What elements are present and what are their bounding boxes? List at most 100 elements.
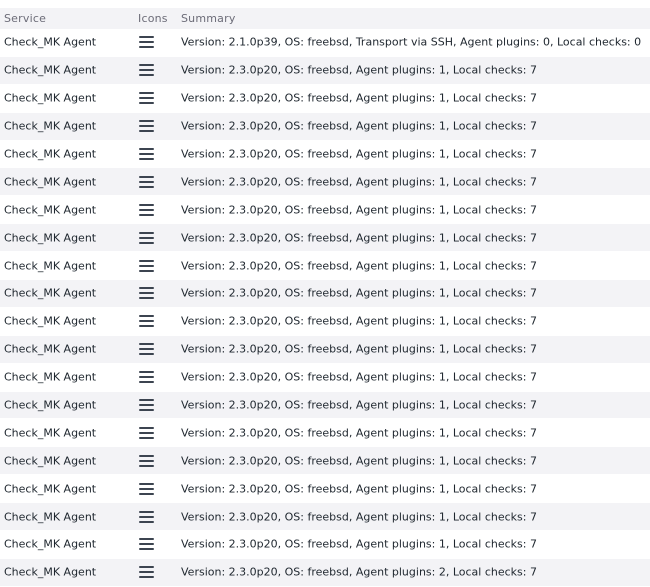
service-summary: Version: 2.3.0p20, OS: freebsd, Agent pl… — [181, 231, 537, 245]
menu-icon-bar — [139, 381, 154, 384]
menu-icon-bar — [139, 102, 154, 105]
menu-icon-bar — [139, 576, 154, 579]
service-summary: Version: 2.3.0p20, OS: freebsd, Agent pl… — [181, 259, 537, 273]
service-name[interactable]: Check_MK Agent — [4, 231, 96, 244]
table-row: Check_MK Agent Version: 2.3.0p20, OS: fre… — [0, 419, 650, 448]
menu-icon-bar — [139, 566, 154, 569]
menu-icon-bar — [139, 125, 154, 128]
service-summary: Version: 2.3.0p20, OS: freebsd, Agent pl… — [181, 286, 537, 300]
menu-icon-bar — [139, 399, 154, 402]
table-row: Check_MK Agent Version: 2.3.0p20, OS: fre… — [0, 307, 650, 336]
menu-icon-bar — [139, 426, 154, 429]
menu-icon-bar — [139, 353, 154, 356]
menu-icon-bar — [139, 404, 154, 407]
menu-icon[interactable] — [139, 175, 154, 188]
menu-icon[interactable] — [139, 64, 154, 77]
menu-icon-bar — [139, 482, 154, 485]
menu-icon-bar — [139, 515, 154, 518]
header-icons[interactable]: Icons — [138, 12, 168, 25]
menu-icon-bar — [139, 543, 154, 546]
service-name[interactable]: Check_MK Agent — [4, 454, 96, 467]
menu-icon-bar — [139, 320, 154, 323]
menu-icon[interactable] — [139, 538, 154, 551]
service-name[interactable]: Check_MK Agent — [4, 36, 96, 49]
service-name[interactable]: Check_MK Agent — [4, 203, 96, 216]
menu-icon-bar — [139, 203, 154, 206]
service-summary: Version: 2.3.0p20, OS: freebsd, Agent pl… — [181, 510, 537, 524]
menu-icon-bar — [139, 97, 154, 100]
menu-icon-bar — [139, 41, 154, 44]
service-name[interactable]: Check_MK Agent — [4, 399, 96, 412]
menu-icon[interactable] — [139, 287, 154, 300]
menu-icon[interactable] — [139, 315, 154, 328]
service-name[interactable]: Check_MK Agent — [4, 175, 96, 188]
menu-icon-bar — [139, 454, 154, 457]
service-name[interactable]: Check_MK Agent — [4, 148, 96, 161]
table-row: Check_MK Agent Version: 2.3.0p20, OS: fre… — [0, 531, 650, 559]
service-name[interactable]: Check_MK Agent — [4, 287, 96, 300]
service-summary: Version: 2.3.0p20, OS: freebsd, Agent pl… — [181, 454, 537, 468]
menu-icon[interactable] — [139, 426, 154, 439]
menu-icon[interactable] — [139, 566, 154, 579]
menu-icon-bar — [139, 343, 154, 346]
menu-icon-bar — [139, 208, 154, 211]
menu-icon-bar — [139, 436, 154, 439]
service-name[interactable]: Check_MK Agent — [4, 538, 96, 551]
menu-icon-bar — [139, 264, 154, 267]
menu-icon-bar — [139, 348, 154, 351]
menu-icon[interactable] — [139, 343, 154, 356]
menu-icon-bar — [139, 520, 154, 523]
service-name[interactable]: Check_MK Agent — [4, 426, 96, 439]
service-summary: Version: 2.3.0p20, OS: freebsd, Agent pl… — [181, 342, 537, 356]
menu-icon[interactable] — [139, 399, 154, 412]
menu-icon-bar — [139, 120, 154, 123]
service-name[interactable]: Check_MK Agent — [4, 510, 96, 523]
service-summary: Version: 2.3.0p20, OS: freebsd, Agent pl… — [181, 537, 537, 551]
menu-icon-bar — [139, 236, 154, 239]
menu-icon[interactable] — [139, 231, 154, 244]
menu-icon-bar — [139, 259, 154, 262]
menu-icon[interactable] — [139, 92, 154, 105]
header-service[interactable]: Service — [4, 12, 46, 25]
service-name[interactable]: Check_MK Agent — [4, 371, 96, 384]
menu-icon-bar — [139, 325, 154, 328]
menu-icon[interactable] — [139, 148, 154, 160]
table-row: Check_MK Agent Version: 2.3.0p20, OS: fre… — [0, 84, 650, 113]
menu-icon-bar — [139, 213, 154, 216]
menu-icon[interactable] — [139, 120, 154, 133]
menu-icon-bar — [139, 185, 154, 188]
menu-icon-bar — [139, 538, 154, 541]
menu-icon-bar — [139, 241, 154, 244]
menu-icon-bar — [139, 69, 154, 72]
service-name[interactable]: Check_MK Agent — [4, 566, 96, 579]
service-summary: Version: 2.3.0p20, OS: freebsd, Agent pl… — [181, 63, 537, 77]
menu-icon[interactable] — [139, 454, 154, 467]
menu-icon[interactable] — [139, 482, 154, 495]
menu-icon-bar — [139, 510, 154, 513]
service-name[interactable]: Check_MK Agent — [4, 343, 96, 356]
service-summary: Version: 2.3.0p20, OS: freebsd, Agent pl… — [181, 565, 537, 579]
service-name[interactable]: Check_MK Agent — [4, 315, 96, 328]
menu-icon[interactable] — [139, 371, 154, 384]
menu-icon[interactable] — [139, 259, 154, 272]
header-summary[interactable]: Summary — [181, 12, 236, 25]
menu-icon[interactable] — [139, 203, 154, 216]
table-row: Check_MK Agent Version: 2.3.0p20, OS: fre… — [0, 168, 650, 197]
service-name[interactable]: Check_MK Agent — [4, 120, 96, 133]
menu-icon-bar — [139, 46, 154, 49]
table-row: Check_MK Agent Version: 2.3.0p20, OS: fre… — [0, 224, 650, 253]
menu-icon-bar — [139, 74, 154, 77]
menu-icon-bar — [139, 92, 154, 95]
menu-icon[interactable] — [139, 36, 154, 49]
service-name[interactable]: Check_MK Agent — [4, 482, 96, 495]
service-summary: Version: 2.3.0p20, OS: freebsd, Agent pl… — [181, 147, 537, 161]
table-row: Check_MK Agent Version: 2.3.0p20, OS: fre… — [0, 252, 650, 281]
menu-icon-bar — [139, 315, 154, 318]
table-row: Check_MK Agent Version: 2.3.0p20, OS: fre… — [0, 280, 650, 308]
service-summary: Version: 2.3.0p20, OS: freebsd, Agent pl… — [181, 370, 537, 384]
service-name[interactable]: Check_MK Agent — [4, 64, 96, 77]
menu-icon-bar — [139, 175, 154, 178]
menu-icon[interactable] — [139, 510, 154, 523]
service-name[interactable]: Check_MK Agent — [4, 92, 96, 105]
service-name[interactable]: Check_MK Agent — [4, 259, 96, 272]
